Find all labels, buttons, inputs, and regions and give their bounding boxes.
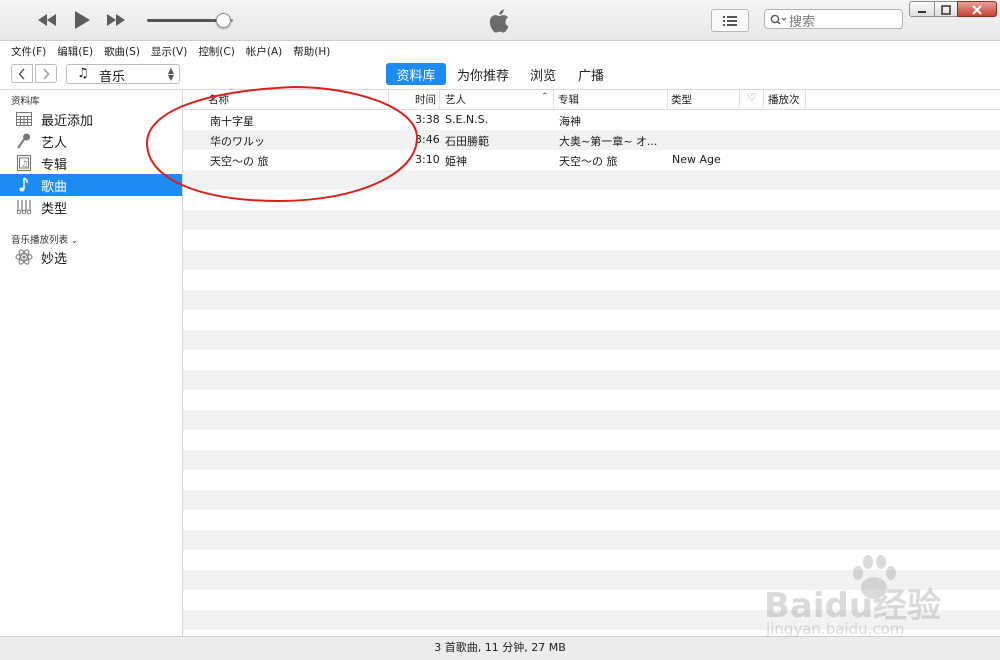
search-placeholder: 搜索 xyxy=(789,15,816,30)
play-icon xyxy=(75,11,90,29)
chevron-left-icon xyxy=(18,68,25,79)
tab-for-you[interactable]: 为你推荐 xyxy=(452,63,514,85)
title-bar: 搜索 xyxy=(0,0,1000,41)
up-next-list-button[interactable] xyxy=(711,9,749,32)
song-artist: S.E.N.S. xyxy=(445,113,489,126)
minimize-button[interactable] xyxy=(909,1,935,17)
column-divider[interactable] xyxy=(805,90,806,109)
column-header-plays[interactable]: 播放次 xyxy=(768,92,800,107)
column-header-album[interactable]: 专辑 xyxy=(558,92,579,107)
column-divider[interactable] xyxy=(763,90,764,109)
tab-library[interactable]: 资料库 xyxy=(386,63,446,85)
menu-song[interactable]: 歌曲(S) xyxy=(104,41,140,58)
volume-slider-knob[interactable] xyxy=(215,13,231,28)
empty-row-stripe xyxy=(183,210,1000,230)
microphone-icon xyxy=(15,132,33,150)
next-track-button[interactable] xyxy=(105,9,127,31)
empty-row-stripe xyxy=(183,370,1000,390)
tab-radio[interactable]: 广播 xyxy=(572,63,610,85)
list-icon xyxy=(723,16,737,26)
apple-logo-icon xyxy=(489,9,509,33)
sort-ascending-icon: ⌃ xyxy=(541,92,549,102)
sidebar-item-label: 艺人 xyxy=(41,135,68,151)
column-divider[interactable] xyxy=(739,90,740,109)
rewind-icon xyxy=(38,14,56,26)
menu-help[interactable]: 帮助(H) xyxy=(293,41,330,58)
column-divider[interactable] xyxy=(667,90,668,109)
sidebar-item-label: 类型 xyxy=(41,201,68,217)
maximize-button[interactable] xyxy=(934,1,958,17)
empty-row-stripe xyxy=(183,490,1000,510)
column-header-artist[interactable]: 艺人 xyxy=(445,92,466,107)
song-artist: 姫神 xyxy=(445,155,467,168)
sidebar-item-label: 歌曲 xyxy=(41,179,68,195)
volume-slider-fill xyxy=(147,19,223,22)
svg-text:♫: ♫ xyxy=(21,160,28,169)
playlists-header[interactable]: 音乐播放列表 ⌄ xyxy=(11,232,78,246)
song-album: 大奥~第一章~ オ... xyxy=(559,135,658,148)
fast-forward-icon xyxy=(107,14,125,26)
sidebar-item-label: 最近添加 xyxy=(41,113,94,129)
genius-icon xyxy=(15,248,33,266)
menu-account[interactable]: 帐户(A) xyxy=(246,41,282,58)
chevron-down-icon: ⌄ xyxy=(71,236,78,245)
annotation-ellipse xyxy=(145,85,419,203)
search-icon xyxy=(770,14,786,25)
close-button[interactable] xyxy=(957,1,997,17)
empty-row-stripe xyxy=(183,450,1000,470)
minimize-icon xyxy=(918,11,926,13)
column-divider[interactable] xyxy=(553,90,554,109)
watermark: Baidu经验 jingyan.baidu.com xyxy=(764,548,964,644)
media-kind-label: 音乐 xyxy=(99,70,126,85)
empty-row-stripe xyxy=(183,290,1000,310)
music-note-icon xyxy=(15,176,33,194)
chevron-right-icon xyxy=(43,68,50,79)
menu-file[interactable]: 文件(F) xyxy=(11,41,46,58)
menu-controls[interactable]: 控制(C) xyxy=(198,41,235,58)
song-artist: 石田勝範 xyxy=(445,135,489,148)
empty-row-stripe xyxy=(183,250,1000,270)
song-album: 天空～の 旅 xyxy=(559,155,618,168)
music-note-icon: ♫ xyxy=(77,66,89,81)
sidebar-item-label: 妙选 xyxy=(41,251,68,267)
empty-row-stripe xyxy=(183,330,1000,350)
back-button[interactable] xyxy=(11,64,33,83)
empty-row-stripe xyxy=(183,530,1000,550)
column-header-genre[interactable]: 类型 xyxy=(671,92,692,107)
playlists-header-label: 音乐播放列表 xyxy=(11,235,69,246)
media-kind-select[interactable]: ♫ 音乐 ▲ ▼ xyxy=(66,64,180,85)
album-icon: ♫ xyxy=(15,154,33,172)
forward-button[interactable] xyxy=(35,64,57,83)
menu-view[interactable]: 显示(V) xyxy=(151,41,187,58)
search-field[interactable]: 搜索 xyxy=(764,9,903,30)
menu-bar: 文件(F) 编辑(E) 歌曲(S) 显示(V) 控制(C) 帐户(A) 帮助(H… xyxy=(0,41,1000,58)
heart-icon[interactable]: ♡ xyxy=(747,92,756,104)
previous-track-button[interactable] xyxy=(36,9,58,31)
genre-icon xyxy=(15,198,33,216)
sidebar-item-label: 专辑 xyxy=(41,157,68,173)
sidebar-item-genius[interactable]: 妙选 xyxy=(0,246,182,268)
close-icon xyxy=(972,5,982,15)
song-album: 海神 xyxy=(559,115,581,128)
volume-slider[interactable] xyxy=(147,13,233,28)
menu-edit[interactable]: 编辑(E) xyxy=(57,41,93,58)
grid-icon xyxy=(15,110,33,128)
tab-browse[interactable]: 浏览 xyxy=(524,63,562,85)
restore-icon xyxy=(941,5,951,15)
column-divider[interactable] xyxy=(439,90,440,109)
play-button[interactable] xyxy=(72,9,92,31)
watermark-url: jingyan.baidu.com xyxy=(766,620,905,638)
empty-row-stripe xyxy=(183,410,1000,430)
song-genre: New Age xyxy=(672,153,721,166)
up-down-arrows-icon: ▲ ▼ xyxy=(167,66,174,82)
library-header: 资料库 xyxy=(11,96,40,107)
